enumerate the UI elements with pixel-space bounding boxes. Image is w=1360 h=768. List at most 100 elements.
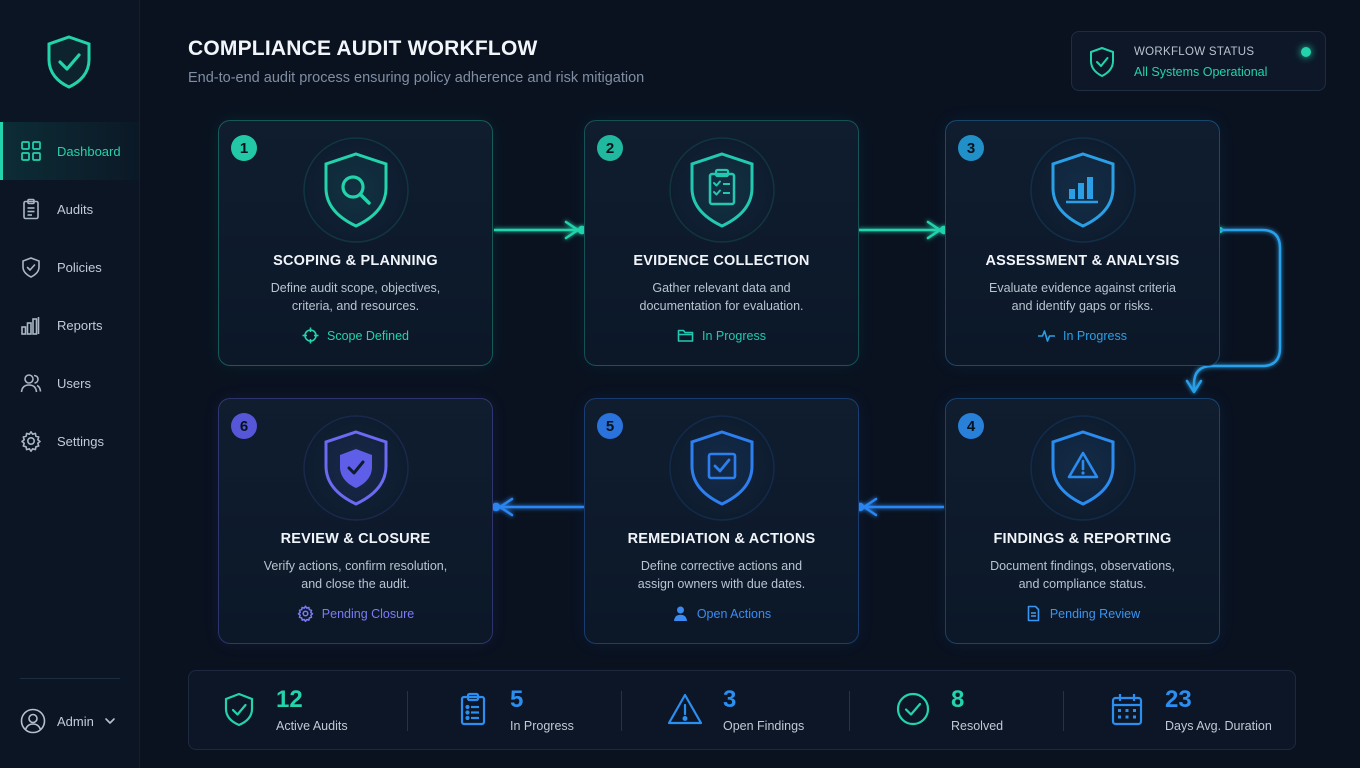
step-description-line: and compliance status. <box>1018 577 1147 591</box>
stat-open-findings[interactable]: 3 Open Findings <box>667 671 857 751</box>
pulse-icon <box>1038 330 1056 342</box>
workflow-status-card: WORKFLOW STATUS All Systems Operational <box>1071 31 1326 91</box>
sidebar-item-settings[interactable]: Settings <box>0 412 140 470</box>
step-title: SCOPING & PLANNING <box>273 253 438 269</box>
step-number-badge: 6 <box>231 413 257 439</box>
sidebar-item-reports[interactable]: Reports <box>0 296 140 354</box>
stat-divider <box>407 691 408 731</box>
step-description-line: documentation for evaluation. <box>639 299 804 313</box>
step-description: Define audit scope, objectives, criteria… <box>237 279 474 315</box>
stat-resolved[interactable]: 8 Resolved <box>895 671 1065 751</box>
stat-divider <box>1063 691 1064 731</box>
stat-value: 5 <box>510 686 524 713</box>
status-value: All Systems Operational <box>1134 65 1268 79</box>
chevron-down-icon[interactable] <box>104 715 116 727</box>
stats-bar: 12 Active Audits 5 In Progress 3 Open Fi… <box>188 670 1296 750</box>
shield-check-icon <box>1090 46 1114 78</box>
stat-value: 3 <box>723 686 737 713</box>
sidebar-item-audits[interactable]: Audits <box>0 180 140 238</box>
bar-chart-shield-icon <box>1029 137 1136 243</box>
sidebar-item-label: Users <box>57 375 91 391</box>
sidebar-item-label: Reports <box>57 317 103 333</box>
sidebar-item-dashboard[interactable]: Dashboard <box>0 122 140 180</box>
stat-value: 8 <box>951 686 965 713</box>
step-number-badge: 3 <box>958 135 984 161</box>
step-emblem <box>668 137 775 243</box>
step-description-line: Evaluate evidence against criteria <box>989 281 1176 295</box>
status-indicator-dot <box>1301 47 1311 57</box>
grid-icon <box>21 141 41 161</box>
step-description-line: assign owners with due dates. <box>637 577 806 591</box>
step-description-line: Gather relevant data and <box>652 281 791 295</box>
stat-active-audits[interactable]: 12 Active Audits <box>221 671 421 751</box>
users-icon <box>20 374 42 393</box>
step-status-label: Pending Closure <box>321 606 415 621</box>
step-emblem <box>668 415 775 521</box>
step-status: In Progress <box>946 327 1219 344</box>
stat-avg-duration[interactable]: 23 Days Avg. Duration <box>1109 671 1289 751</box>
step-status-label: Open Actions <box>696 606 772 621</box>
step-card-assessment[interactable]: 3 ASSESSMENT & ANALYSIS Evaluate evidenc… <box>945 120 1220 366</box>
step-title: REMEDIATION & ACTIONS <box>627 531 816 547</box>
step-card-findings[interactable]: 4 FINDINGS & REPORTING Document findings… <box>945 398 1220 644</box>
sidebar-item-label: Audits <box>57 201 94 217</box>
arrow-2-to-3 <box>858 220 949 240</box>
clipboard-list-icon <box>460 692 486 726</box>
stat-in-progress[interactable]: 5 In Progress <box>455 671 635 751</box>
sidebar-nav: Dashboard Audits Policies Reports Users … <box>0 122 140 470</box>
step-description-line: Document findings, observations, <box>990 559 1175 573</box>
person-icon <box>673 606 687 621</box>
step-description-line: Define corrective actions and <box>640 559 803 573</box>
clipboard-icon <box>23 198 39 220</box>
sidebar-item-users[interactable]: Users <box>0 354 140 412</box>
step-title: EVIDENCE COLLECTION <box>633 253 810 269</box>
sidebar-item-label: Policies <box>57 259 102 275</box>
stat-label: Resolved <box>951 719 1004 733</box>
stat-label: Active Audits <box>276 719 348 733</box>
sidebar-item-label: Settings <box>57 433 104 449</box>
stat-value: 12 <box>276 686 303 713</box>
step-card-scoping[interactable]: 1 SCOPING & PLANNING Define audit scope,… <box>218 120 493 366</box>
stat-divider <box>849 691 850 731</box>
step-status-label: In Progress <box>702 328 766 343</box>
sidebar-item-policies[interactable]: Policies <box>0 238 140 296</box>
clipboard-check-shield-icon <box>668 137 775 243</box>
step-description-line: criteria, and resources. <box>291 299 420 313</box>
shield-check-filled-icon <box>302 415 409 521</box>
gear-icon <box>297 605 314 622</box>
step-status: Open Actions <box>585 605 858 622</box>
logo-shield-icon <box>47 35 91 89</box>
user-circle-icon <box>20 708 46 734</box>
step-emblem <box>302 137 409 243</box>
step-description-line: Verify actions, confirm resolution, <box>263 559 448 573</box>
step-description-line: and identify gaps or risks. <box>1011 299 1154 313</box>
stat-label: Open Findings <box>723 719 805 733</box>
step-number-badge: 5 <box>597 413 623 439</box>
step-title: REVIEW & CLOSURE <box>280 531 431 547</box>
shield-check-icon <box>224 692 254 727</box>
stat-label: In Progress <box>510 719 574 733</box>
page-title: COMPLIANCE AUDIT WORKFLOW <box>188 37 538 60</box>
step-description-line: Define audit scope, objectives, <box>270 281 441 295</box>
stat-label: Days Avg. Duration <box>1165 719 1272 733</box>
bar-chart-icon <box>21 317 40 335</box>
step-number-badge: 2 <box>597 135 623 161</box>
step-status-label: Scope Defined <box>326 328 409 343</box>
arrow-4-to-5 <box>855 497 944 517</box>
step-description-line: and close the audit. <box>301 577 410 591</box>
step-card-evidence[interactable]: 2 EVIDENCE COLLECTION Gather relevant da… <box>584 120 859 366</box>
folder-icon <box>677 329 694 342</box>
step-status-label: In Progress <box>1063 328 1127 343</box>
step-card-closure[interactable]: 6 REVIEW & CLOSURE Verify actions, confi… <box>218 398 493 644</box>
user-menu[interactable]: Admin <box>20 708 116 734</box>
step-description: Define corrective actions and assign own… <box>603 557 840 593</box>
step-title: FINDINGS & REPORTING <box>993 531 1172 547</box>
calendar-icon <box>1111 694 1143 726</box>
check-circle-icon <box>896 692 930 726</box>
step-status-label: Pending Review <box>1049 606 1141 621</box>
step-card-remediation[interactable]: 5 REMEDIATION & ACTIONS Define correctiv… <box>584 398 859 644</box>
workflow-connectors <box>491 220 1282 517</box>
step-emblem <box>1029 415 1136 521</box>
step-status: Pending Closure <box>219 605 492 622</box>
step-description: Verify actions, confirm resolution, and … <box>237 557 474 593</box>
